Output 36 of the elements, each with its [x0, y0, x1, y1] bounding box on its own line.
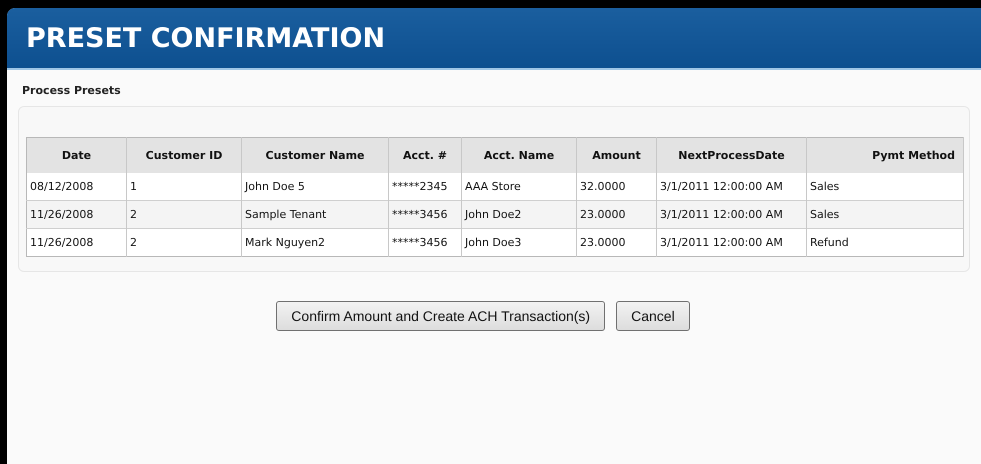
table-cell: John Doe 5 [242, 173, 388, 200]
confirm-button[interactable]: Confirm Amount and Create ACH Transaction(s) [276, 301, 606, 331]
table-cell: 11/26/2008 [26, 228, 126, 256]
column-header: Acct. Name [462, 138, 576, 173]
column-header: Acct. # [388, 138, 462, 173]
table-cell: 2 [126, 228, 242, 256]
column-header: NextProcessDate [656, 138, 806, 173]
window-title: PRESET CONFIRMATION [26, 22, 386, 54]
section-label: Process Presets [22, 84, 122, 97]
table-cell: AAA Store [462, 173, 576, 200]
column-header: Customer Name [242, 138, 388, 173]
table-cell: Sales [806, 173, 964, 200]
table-cell: *****2345 [388, 173, 462, 200]
table-cell: Refund [806, 228, 964, 256]
column-header: Date [26, 138, 126, 173]
table-cell: 08/12/2008 [26, 173, 126, 200]
table-cell: 2 [126, 200, 242, 228]
table-cell: 23.0000 [576, 200, 656, 228]
table-cell: 3/1/2011 12:00:00 AM [656, 200, 806, 228]
table-cell: John Doe2 [462, 200, 576, 228]
table-cell: 1 [126, 173, 242, 200]
table-cell: 11/26/2008 [26, 200, 126, 228]
cancel-button[interactable]: Cancel [616, 301, 690, 331]
table-cell: John Doe3 [462, 228, 576, 256]
table-cell: Sample Tenant [242, 200, 388, 228]
table-cell: Sales [806, 200, 964, 228]
column-header: Customer ID [126, 138, 242, 173]
table-cell: Mark Nguyen2 [242, 228, 388, 256]
column-header: Pymt Method [806, 138, 964, 173]
column-header: Amount [576, 138, 656, 173]
table-cell: *****3456 [388, 200, 462, 228]
table-cell: 23.0000 [576, 228, 656, 256]
table-cell: 3/1/2011 12:00:00 AM [656, 228, 806, 256]
table-cell: *****3456 [388, 228, 462, 256]
table-cell: 32.0000 [576, 173, 656, 200]
table-cell: 3/1/2011 12:00:00 AM [656, 173, 806, 200]
